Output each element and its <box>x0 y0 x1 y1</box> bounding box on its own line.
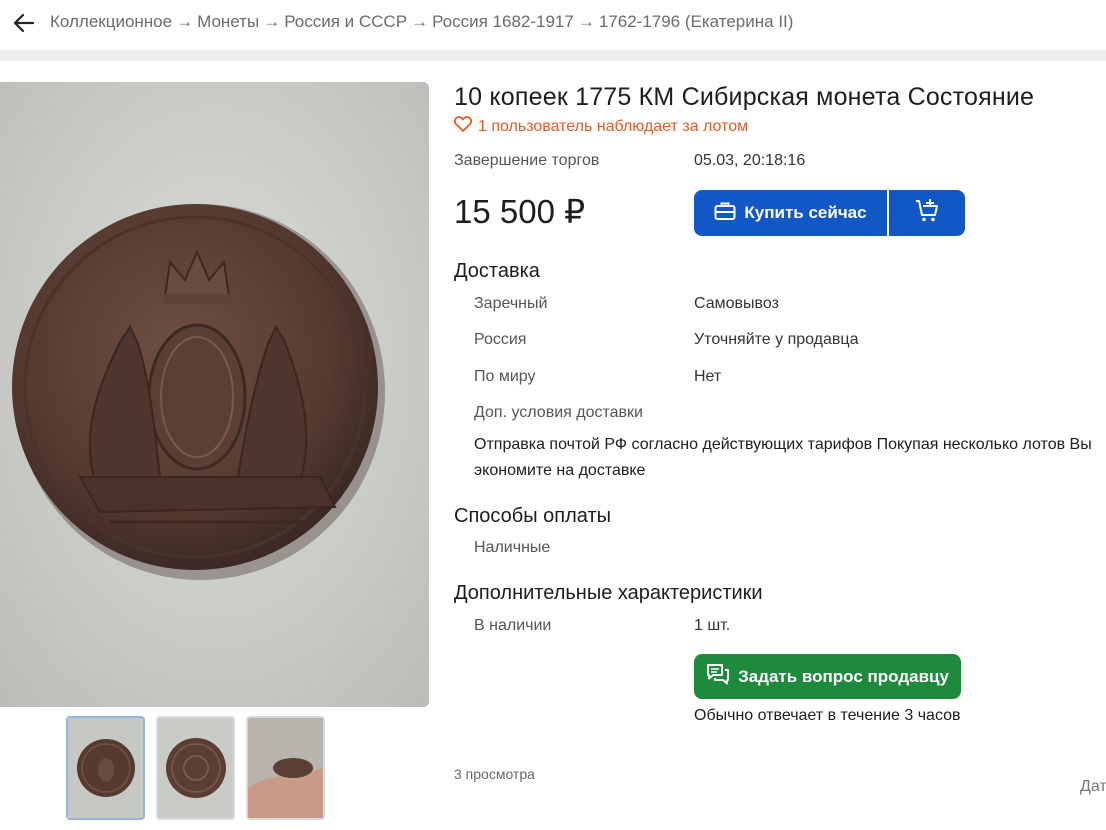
thumbnail-1[interactable] <box>66 716 145 820</box>
back-arrow-icon[interactable] <box>12 11 36 35</box>
header-divider <box>0 50 1106 61</box>
ask-seller-button[interactable]: Задать вопрос продавцу <box>694 654 961 699</box>
buy-now-button[interactable]: Купить сейчас <box>694 190 887 236</box>
breadcrumb-separator: → <box>263 12 281 31</box>
breadcrumb-item[interactable]: Россия 1682-1917 <box>432 12 574 31</box>
delivery-value-russia: Уточняйте у продавца <box>694 331 859 348</box>
ask-seller-label: Задать вопрос продавцу <box>738 666 949 686</box>
buy-button-group: Купить сейчас <box>694 190 965 236</box>
watchers-link[interactable]: 1 пользователь наблюдает за лотом <box>454 116 748 137</box>
breadcrumb: Коллекционное → Монеты → Россия и СССР → Росси… <box>50 11 793 33</box>
breadcrumb-item[interactable]: Россия и СССР <box>284 12 407 31</box>
delivery-value-local: Самовывоз <box>694 295 779 312</box>
delivery-extra-text: Отправка почтой РФ согласно действующих … <box>474 436 1092 479</box>
add-to-cart-button[interactable] <box>889 190 965 236</box>
lot-price: 15 500 ₽ <box>454 193 586 230</box>
payment-heading: Способы оплаты <box>454 505 611 527</box>
lot-title: 10 копеек 1775 КМ Сибирская монета Состо… <box>454 83 1035 111</box>
thumbnail-2[interactable] <box>156 716 235 820</box>
auction-end-label: Завершение торгов <box>454 152 600 169</box>
payment-method: Наличные <box>474 539 551 556</box>
briefcase-icon <box>714 201 736 226</box>
delivery-label-world: По миру <box>474 368 536 385</box>
delivery-value-world: Нет <box>694 368 722 385</box>
stock-label: В наличии <box>474 617 552 634</box>
specs-heading: Дополнительные характеристики <box>454 582 763 604</box>
auction-end-value: 05.03, 20:18:16 <box>694 152 806 169</box>
delivery-extra-label: Доп. условия доставки <box>474 404 643 421</box>
views-count: 3 просмотра <box>454 766 535 782</box>
delivery-label-russia: Россия <box>474 331 527 348</box>
breadcrumb-item[interactable]: Коллекционное <box>50 12 172 31</box>
main-product-photo[interactable]: ешок <box>0 82 429 707</box>
breadcrumb-item[interactable]: Монеты <box>197 12 259 31</box>
stock-value: 1 шт. <box>694 617 731 634</box>
heart-icon[interactable] <box>454 116 472 137</box>
buy-now-label: Купить сейчас <box>744 203 867 222</box>
breadcrumb-separator: → <box>577 12 595 31</box>
breadcrumb-separator: → <box>176 12 194 31</box>
top-bar: Коллекционное → Монеты → Россия и СССР → Росси… <box>0 0 1106 50</box>
breadcrumb-item[interactable]: 1762-1796 (Екатерина II) <box>599 12 794 31</box>
delivery-heading: Доставка <box>454 260 540 282</box>
watchers-text: 1 пользователь наблюдает за лотом <box>478 117 749 135</box>
thumbnail-strip <box>66 716 325 820</box>
delivery-label-local: Заречный <box>474 295 548 312</box>
add-to-cart-icon <box>914 198 940 229</box>
thumbnail-3[interactable] <box>246 716 325 820</box>
chat-icon <box>706 663 730 690</box>
seller-reply-note: Обычно отвечает в течение 3 часов <box>694 707 961 724</box>
breadcrumb-separator: → <box>411 12 429 31</box>
date-label-cutoff: Дат <box>1080 778 1106 795</box>
